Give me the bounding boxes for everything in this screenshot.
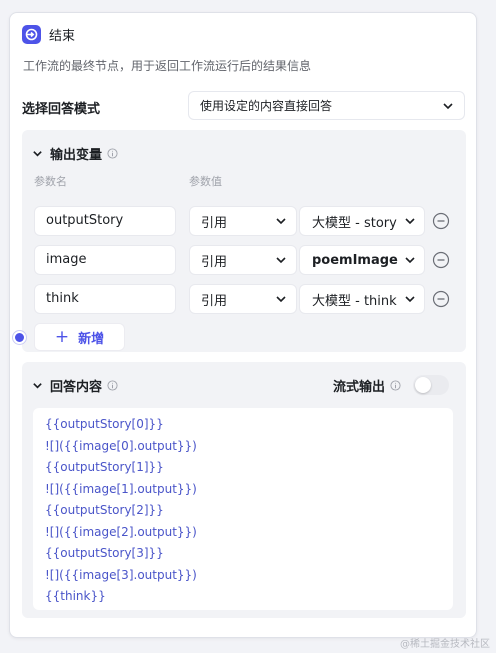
add-variable-button[interactable]: + 新增 [34,323,125,351]
param-value-select[interactable]: poemImage [299,245,425,275]
plus-icon: + [54,326,70,347]
answer-mode-label: 选择回答模式 [22,102,101,117]
info-icon[interactable] [107,380,118,391]
output-variables-header[interactable]: 输出变量 [32,144,118,163]
watermark: @稀土掘金技术社区 [400,639,490,650]
param-value: 大模型 - story [312,215,397,231]
answer-line: ![]({{image[3].output}}) [45,567,197,582]
answer-line: ![]({{image[0].output}}) [45,438,197,453]
param-type-value: 引用 [201,215,228,231]
chevron-down-icon [405,296,415,303]
answer-content-header[interactable]: 回答内容 [32,376,118,395]
answer-line: {{think}} [45,589,106,603]
add-variable-label: 新增 [78,331,105,347]
stream-output-control: 流式输出 [333,375,450,395]
node-description: 工作流的最终节点，用于返回工作流运行后的结果信息 [23,59,312,73]
remove-row-icon[interactable] [432,290,450,308]
answer-line: {{outputStory[2]}} [45,503,164,517]
param-value: 大模型 - think [312,293,397,309]
toggle-knob [415,377,432,393]
param-type-value: 引用 [201,293,228,309]
param-value-select[interactable]: 大模型 - think [299,284,425,314]
output-variables-title: 输出变量 [50,148,103,163]
input-port-handle[interactable] [13,331,26,344]
param-name-input[interactable]: think [34,284,176,314]
chevron-down-icon [276,296,286,303]
output-variables-panel: 输出变量 参数名 参数值 outputStory 引用 大模型 - story … [22,130,466,352]
node-header: 结束 [22,25,75,44]
stream-output-toggle[interactable] [413,375,450,395]
param-type-select[interactable]: 引用 [189,206,297,236]
col-header-name: 参数名 [34,175,67,188]
param-type-select[interactable]: 引用 [189,284,297,314]
output-row: image 引用 poemImage [34,245,464,275]
collapse-chevron-icon[interactable] [32,380,43,391]
answer-line: {{outputStory[1]}} [45,460,164,474]
answer-mode-select[interactable]: 使用设定的内容直接回答 [188,91,465,120]
end-node-card[interactable]: 结束 工作流的最终节点，用于返回工作流运行后的结果信息 选择回答模式 使用设定的… [9,12,477,638]
answer-line: ![]({{image[2].output}}) [45,524,197,539]
collapse-chevron-icon[interactable] [32,148,43,159]
answer-line: {{outputStory[3]}} [45,546,164,560]
param-value-select[interactable]: 大模型 - story [299,206,425,236]
node-title[interactable]: 结束 [49,25,75,44]
stream-output-label: 流式输出 [333,379,386,395]
info-icon[interactable] [390,379,401,391]
answer-line: ![]({{image[1].output}}) [45,481,197,496]
param-name-input[interactable]: outputStory [34,206,176,236]
param-type-select[interactable]: 引用 [189,245,297,275]
chevron-down-icon [276,218,286,225]
remove-row-icon[interactable] [432,212,450,230]
param-value: poemImage [312,252,398,268]
output-row: outputStory 引用 大模型 - story [34,206,464,236]
output-row: think 引用 大模型 - think [34,284,464,314]
chevron-down-icon [405,218,415,225]
chevron-down-icon [443,102,453,109]
answer-content-editor[interactable]: {{outputStory[0]}} ![]({{image[0].output}… [33,408,453,610]
end-flag-icon [22,25,41,44]
param-type-value: 引用 [201,254,228,270]
col-header-value: 参数值 [189,175,222,188]
info-icon[interactable] [107,148,118,159]
param-name-input[interactable]: image [34,245,176,275]
remove-row-icon[interactable] [432,251,450,269]
answer-content-title: 回答内容 [50,380,103,395]
answer-line: {{outputStory[0]}} [45,417,164,431]
answer-mode-value: 使用设定的内容直接回答 [200,99,333,113]
answer-content-panel: 回答内容 流式输出 {{outputStory[0]}} ![]({{image[… [22,362,466,618]
chevron-down-icon [405,257,415,264]
chevron-down-icon [276,257,286,264]
